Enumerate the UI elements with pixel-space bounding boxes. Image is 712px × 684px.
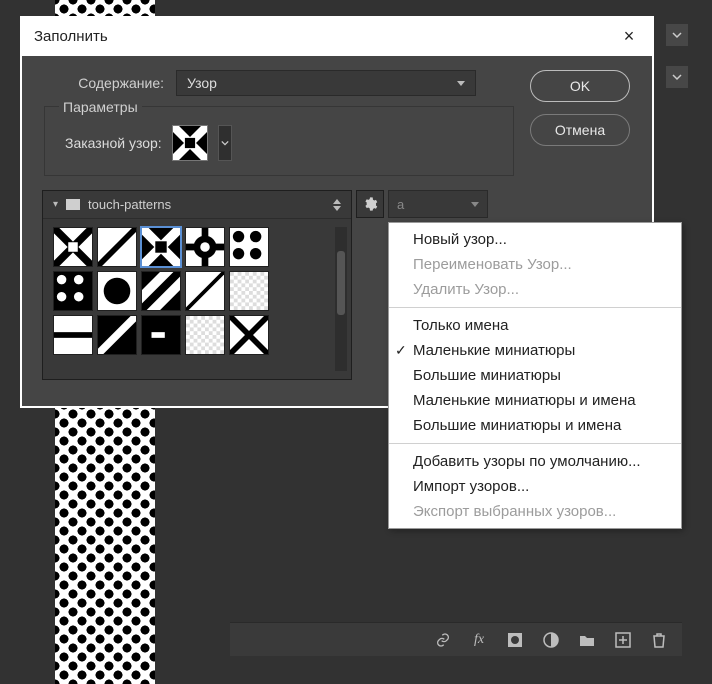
content-select-value: Узор [187,75,217,91]
pattern-thumb[interactable] [97,315,137,355]
menu-export: Экспорт выбранных узоров... [389,499,681,524]
pattern-thumb[interactable] [97,227,137,267]
cancel-button[interactable]: Отмена [530,114,630,146]
pattern-thumb[interactable] [229,315,269,355]
gear-icon[interactable] [356,190,384,218]
pattern-thumb[interactable] [141,271,181,311]
fx-icon[interactable]: fx [470,631,488,649]
menu-names-only[interactable]: Только имена [389,313,681,338]
gear-context-menu: Новый узор... Переименовать Узор... Удал… [388,222,682,529]
menu-small-thumbs[interactable]: Маленькие миниатюры [389,338,681,363]
pattern-swatch[interactable] [172,125,208,161]
pattern-thumb[interactable] [141,227,181,267]
menu-large-thumbs-names[interactable]: Большие миниатюры и имена [389,413,681,438]
menu-delete-pattern: Удалить Узор... [389,277,681,302]
content-label: Содержание: [44,75,164,91]
menu-add-default[interactable]: Добавить узоры по умолчанию... [389,449,681,474]
custom-pattern-label: Заказной узор: [65,135,162,151]
picker-folder-name: touch-patterns [88,197,171,212]
pattern-thumb[interactable] [97,271,137,311]
menu-new-pattern[interactable]: Новый узор... [389,227,681,252]
picker-scrollbar[interactable] [335,227,347,371]
params-fieldset: Параметры Заказной узор: [44,106,514,176]
pattern-thumb[interactable] [53,315,93,355]
pattern-thumb[interactable] [185,271,225,311]
ok-button[interactable]: OK [530,70,630,102]
dialog-titlebar: Заполнить × [20,16,654,56]
picker-collapse-icon[interactable] [333,199,341,211]
menu-separator [389,443,681,444]
pattern-thumb[interactable] [229,271,269,311]
new-layer-icon[interactable] [614,631,632,649]
pattern-thumb[interactable] [185,315,225,355]
menu-import[interactable]: Импорт узоров... [389,474,681,499]
menu-small-thumbs-names[interactable]: Маленькие миниатюры и имена [389,388,681,413]
link-icon[interactable] [434,631,452,649]
bg-dropdown-1[interactable] [666,24,688,46]
pattern-swatch-chevron[interactable] [218,125,232,161]
delete-icon[interactable] [650,631,668,649]
folder-icon [66,199,80,210]
chevron-down-icon: ▾ [53,199,58,210]
pattern-thumb[interactable] [53,227,93,267]
pattern-thumb[interactable] [185,227,225,267]
mask-icon[interactable] [506,631,524,649]
pattern-thumb[interactable] [229,227,269,267]
menu-separator [389,307,681,308]
menu-large-thumbs[interactable]: Большие миниатюры [389,363,681,388]
pattern-thumb[interactable] [141,315,181,355]
pattern-thumb[interactable] [53,271,93,311]
pattern-thumbs [43,219,351,363]
pattern-picker: ▾ touch-patterns [42,190,352,380]
menu-rename-pattern: Переименовать Узор... [389,252,681,277]
bg-dropdown-2[interactable] [666,66,688,88]
layers-panel-footer: fx [230,622,682,656]
peek-field[interactable]: а [388,190,488,218]
content-select[interactable]: Узор [176,70,476,96]
params-title: Параметры [59,99,142,115]
adjustment-icon[interactable] [542,631,560,649]
folder-icon[interactable] [578,631,596,649]
dialog-title: Заполнить [34,28,108,45]
picker-header[interactable]: ▾ touch-patterns [43,191,351,219]
close-icon[interactable]: × [618,25,640,47]
